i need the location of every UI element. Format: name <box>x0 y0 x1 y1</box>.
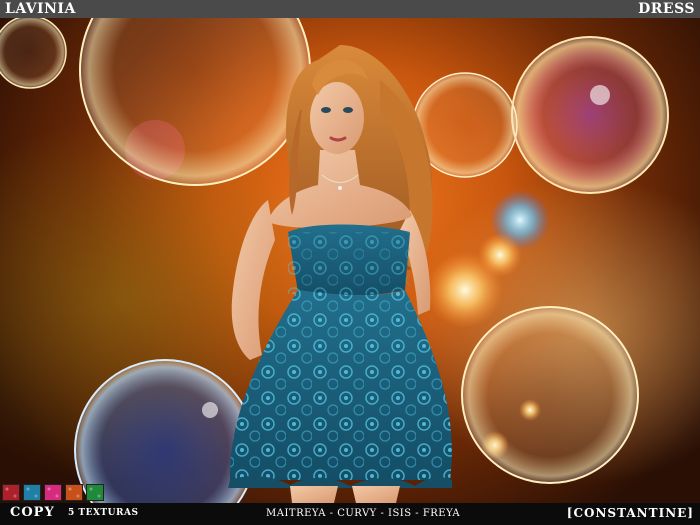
bokeh-light <box>478 233 522 277</box>
bubble <box>0 15 67 89</box>
brand-label: [CONSTANTINE] <box>566 506 694 520</box>
header-bar: LAVINIA DRESS <box>0 0 700 18</box>
texture-swatch-green <box>86 484 104 501</box>
scene-illustration <box>0 0 669 525</box>
texture-swatch-blue <box>23 484 41 501</box>
product-poster: LAVINIA DRESS COPY 5 TEXTURAS MAITREYA -… <box>0 0 700 525</box>
product-title: LAVINIA <box>5 1 76 17</box>
bubble-highlight <box>590 85 610 105</box>
footer-bar: COPY 5 TEXTURAS MAITREYA - CURVY - ISIS … <box>0 503 700 525</box>
texture-swatch-orange <box>65 484 83 501</box>
texture-swatches <box>2 484 104 501</box>
texture-swatch-red <box>2 484 20 501</box>
product-category: DRESS <box>638 1 695 17</box>
textures-count: 5 TEXTURAS <box>68 508 139 518</box>
texture-swatch-pink <box>44 484 62 501</box>
bubble <box>461 306 639 484</box>
permission-label: COPY <box>10 505 55 520</box>
bubble <box>79 0 311 186</box>
body-types-label: MAITREYA - CURVY - ISIS - FREYA <box>266 508 461 519</box>
bubble-highlight <box>202 402 218 418</box>
bubble <box>511 36 669 194</box>
